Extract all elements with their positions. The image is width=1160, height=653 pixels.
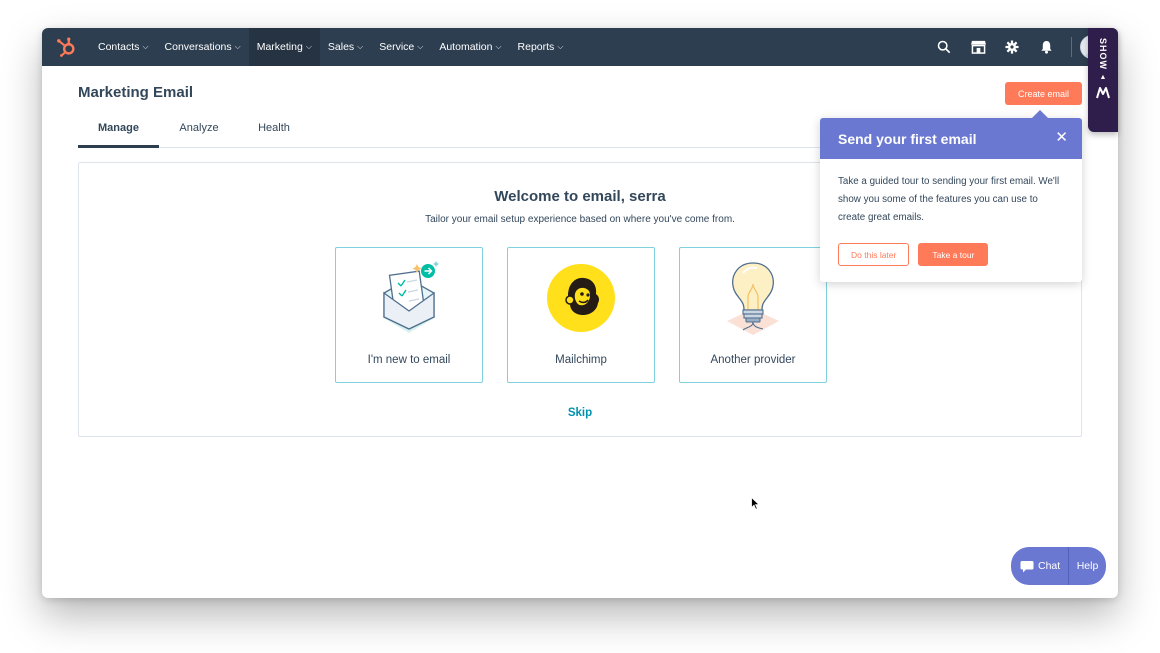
option-mailchimp[interactable]: Mailchimp: [507, 247, 655, 383]
nav-item-reports[interactable]: Reports ⌵: [510, 28, 572, 66]
tab-manage[interactable]: Manage: [78, 116, 159, 148]
option-label: I'm new to email: [367, 354, 451, 366]
nav-item-sales[interactable]: Sales ⌵: [320, 28, 371, 66]
search-button[interactable]: [927, 28, 961, 66]
option-another-provider[interactable]: Another provider: [679, 247, 827, 383]
option-new-to-email[interactable]: I'm new to email: [335, 247, 483, 383]
notifications-button[interactable]: [1029, 28, 1063, 66]
chat-button[interactable]: Chat: [1011, 547, 1068, 585]
popover-title: Send your first email: [838, 130, 977, 147]
chat-widget: Chat Help: [1011, 547, 1106, 585]
popover-body: Take a guided tour to sending your first…: [838, 176, 1060, 223]
help-label: Help: [1076, 560, 1099, 572]
chevron-down-icon: ⌵: [305, 42, 312, 51]
nav-item-service[interactable]: Service ⌵: [371, 28, 431, 66]
chevron-down-icon: ⌵: [234, 42, 241, 51]
envelope-illustration-icon: [369, 258, 449, 338]
extension-logo-icon: [1096, 87, 1110, 99]
chat-bubble-icon: [1020, 560, 1034, 572]
skip-row: Skip: [79, 403, 1081, 421]
tab-health[interactable]: Health: [246, 116, 302, 148]
nav-divider: [1071, 37, 1072, 57]
tour-popover: Send your first email ✕ Take a guided to…: [820, 110, 1082, 282]
marketplace-button[interactable]: [961, 28, 995, 66]
extension-side-tab[interactable]: SHOW ▲: [1088, 28, 1118, 132]
popover-caret: [1032, 110, 1048, 118]
lightbulb-illustration-icon: [713, 258, 793, 338]
option-label: Mailchimp: [555, 354, 607, 366]
chevron-down-icon: ⌵: [417, 42, 424, 51]
chevron-down-icon: ⌵: [495, 42, 502, 51]
popover-actions: Do this later Take a tour: [838, 243, 989, 266]
mouse-cursor-icon: [751, 496, 761, 515]
bell-icon: [1040, 40, 1052, 54]
marketplace-icon: [970, 40, 986, 54]
hubspot-logo[interactable]: [42, 28, 90, 66]
help-button[interactable]: Help: [1068, 547, 1106, 585]
gear-icon: [1005, 40, 1019, 54]
nav-item-automation[interactable]: Automation ⌵: [431, 28, 509, 66]
settings-button[interactable]: [995, 28, 1029, 66]
chat-label: Chat: [1038, 560, 1061, 572]
tab-analyze[interactable]: Analyze: [169, 116, 229, 148]
chevron-down-icon: ⌵: [142, 42, 149, 51]
do-this-later-button[interactable]: Do this later: [838, 243, 910, 266]
nav-menu: Contacts ⌵ Conversations ⌵ Marketing ⌵ Sale…: [90, 28, 571, 66]
top-navigation: Contacts ⌵ Conversations ⌵ Marketing ⌵ Sale…: [42, 28, 1118, 66]
hubspot-sprocket-icon: [57, 37, 75, 57]
caret-up-icon: ▲: [1099, 74, 1107, 81]
nav-item-conversations[interactable]: Conversations ⌵: [157, 28, 249, 66]
popover-header: Send your first email ✕: [820, 118, 1082, 159]
skip-link[interactable]: Skip: [568, 407, 592, 419]
option-label: Another provider: [710, 354, 796, 366]
create-email-button[interactable]: Create email: [1005, 82, 1082, 105]
page-title: Marketing Email: [78, 84, 194, 101]
take-a-tour-button[interactable]: Take a tour: [918, 243, 989, 266]
chevron-down-icon: ⌵: [557, 42, 564, 51]
app-window: Contacts ⌵ Conversations ⌵ Marketing ⌵ Sale…: [42, 28, 1118, 598]
mailchimp-logo-icon: [541, 258, 621, 338]
close-icon[interactable]: ✕: [1055, 130, 1068, 145]
chevron-down-icon: ⌵: [357, 42, 364, 51]
extension-show-label: SHOW: [1098, 38, 1108, 70]
nav-item-contacts[interactable]: Contacts ⌵: [90, 28, 157, 66]
search-icon: [937, 40, 951, 54]
nav-item-marketing[interactable]: Marketing ⌵: [248, 28, 320, 66]
